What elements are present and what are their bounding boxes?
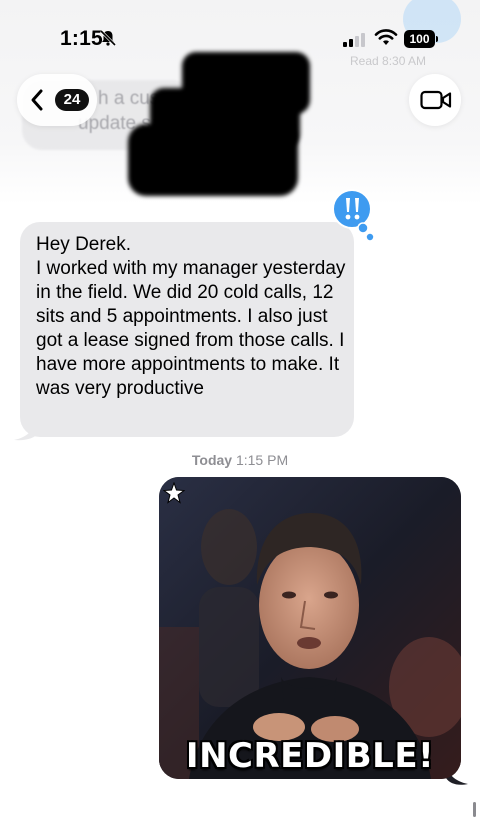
scroll-indicator[interactable] [473, 802, 476, 817]
bell-slash-icon [99, 29, 117, 47]
video-camera-icon [420, 90, 452, 110]
status-bar: 1:15 100 [0, 0, 480, 60]
cellular-signal-icon [343, 33, 365, 47]
message-timestamp: Today 1:15 PM [0, 452, 480, 468]
gif-caption: INCREDIBLE! [185, 736, 435, 776]
status-time: 1:15 [60, 27, 103, 50]
timestamp-time: 1:15 PM [235, 452, 289, 468]
battery-indicator: 100 [404, 30, 438, 48]
star-icon [163, 482, 185, 504]
battery-level: 100 [409, 32, 430, 46]
sent-gif[interactable]: INCREDIBLE! [159, 477, 461, 779]
double-exclamation-icon[interactable] [330, 187, 374, 243]
received-message-text: Hey Derek. I worked with my manager yest… [36, 234, 346, 399]
back-button[interactable]: 24 [17, 74, 97, 126]
unread-count-badge: 24 [55, 89, 89, 111]
battery-nub [436, 36, 438, 42]
gif-image [159, 477, 461, 779]
wifi-icon [374, 29, 398, 45]
redaction-mark [128, 124, 298, 196]
timestamp-day: Today [191, 452, 233, 468]
chevron-left-icon [31, 89, 43, 111]
facetime-button[interactable] [409, 74, 461, 126]
